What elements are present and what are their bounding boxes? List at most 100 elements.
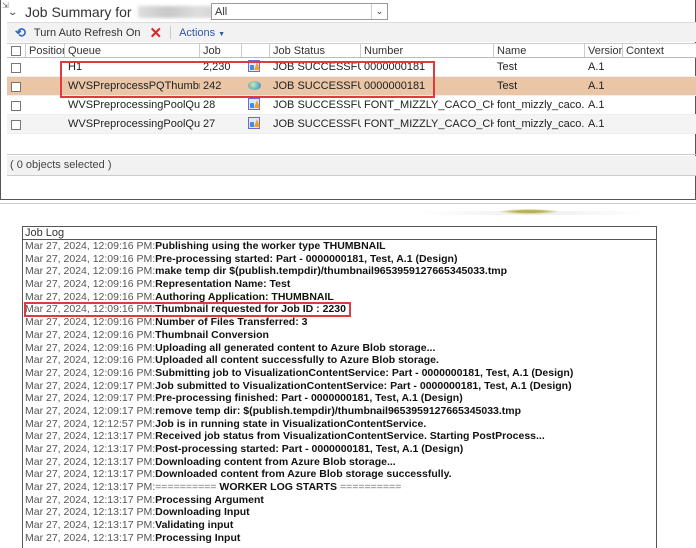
- job-icon[interactable]: [248, 97, 260, 110]
- log-timestamp: Mar 27, 2024, 12:13:17 PM:: [25, 443, 156, 455]
- log-line: Mar 27, 2024, 12:09:16 PM:Uploading all …: [25, 342, 656, 355]
- job-icon[interactable]: [248, 59, 260, 72]
- select-all-checkbox[interactable]: [11, 46, 21, 56]
- log-line: Mar 27, 2024, 12:09:16 PM:Submitting job…: [25, 367, 656, 380]
- log-timestamp: Mar 27, 2024, 12:09:16 PM:: [25, 366, 156, 379]
- cell-type: [242, 116, 270, 132]
- panel-header: ⌄ Job Summary for: [7, 3, 228, 21]
- column-header-queue[interactable]: Queue: [65, 44, 200, 57]
- cell-name: Test: [497, 80, 518, 92]
- log-line-row: Mar 27, 2024, 12:13:17 PM:========== WOR…: [25, 481, 656, 494]
- cell-job: 28: [203, 99, 216, 111]
- cell-queue: WVSPreprocessPQThumbnailH: [68, 80, 200, 92]
- log-line-row: Mar 27, 2024, 12:09:16 PM:Uploaded all c…: [25, 354, 656, 367]
- job-log-lines[interactable]: Mar 27, 2024, 12:09:16 PM:Publishing usi…: [23, 240, 656, 545]
- panel-divider: [0, 203, 696, 204]
- log-message: Validating input: [155, 519, 234, 532]
- log-line-row: Mar 27, 2024, 12:09:16 PM:Representation…: [25, 278, 656, 291]
- log-line: Mar 27, 2024, 12:09:16 PM:Publishing usi…: [25, 240, 656, 253]
- log-timestamp: Mar 27, 2024, 12:09:16 PM:: [25, 252, 156, 265]
- cancel-job-icon[interactable]: ✕: [150, 24, 163, 42]
- log-line: Mar 27, 2024, 12:09:16 PM:Representation…: [25, 278, 656, 291]
- log-message: Job is in running state in Visualization…: [155, 417, 427, 430]
- actions-menu-button[interactable]: Actions ▼: [179, 27, 225, 39]
- collapse-chevron-icon[interactable]: ⌄: [7, 7, 23, 18]
- cell-number: 0000000181: [364, 61, 426, 73]
- log-line: Mar 27, 2024, 12:13:17 PM:Downloading co…: [25, 456, 656, 469]
- cell-type: [242, 97, 270, 113]
- log-line-row: Mar 27, 2024, 12:13:17 PM:Processing Arg…: [25, 494, 656, 507]
- log-timestamp: Mar 27, 2024, 12:12:57 PM:: [25, 417, 156, 430]
- toolbar-divider: [170, 26, 172, 39]
- log-message: Received job status from VisualizationCo…: [155, 430, 545, 443]
- row-checkbox-cell: [7, 99, 26, 111]
- refresh-icon[interactable]: ⟲: [15, 25, 26, 41]
- chevron-down-icon[interactable]: ⌄: [371, 4, 387, 19]
- log-line-row: Mar 27, 2024, 12:09:16 PM:Number of File…: [25, 316, 656, 329]
- column-header-context[interactable]: Context: [623, 44, 696, 57]
- table-row[interactable]: WVSPreprocessPQThumbnailH 242 JOB SUCCES…: [7, 77, 696, 96]
- column-header-version[interactable]: Version: [585, 44, 623, 57]
- row-checkbox[interactable]: [11, 120, 21, 130]
- log-line: Mar 27, 2024, 12:13:17 PM:========== WOR…: [25, 481, 656, 494]
- log-message: Pre-processing started: Part - 000000018…: [155, 252, 458, 265]
- log-line: Mar 27, 2024, 12:09:17 PM:Job submitted …: [25, 380, 656, 393]
- separator-equals: ==========: [155, 481, 217, 494]
- column-header-type[interactable]: [242, 44, 270, 57]
- log-line-row: Mar 27, 2024, 12:13:17 PM:Post-processin…: [25, 443, 656, 456]
- cell-job: 2,230: [203, 61, 231, 73]
- job-grid: Position Queue Job Job Status Number Nam…: [7, 43, 696, 134]
- column-header-job[interactable]: Job: [200, 44, 242, 57]
- cell-version: A.1: [588, 118, 605, 130]
- log-timestamp: Mar 27, 2024, 12:09:16 PM:: [25, 354, 156, 367]
- table-row[interactable]: H1 2,230 JOB SUCCESSFUL 0000000181 Test …: [7, 58, 696, 77]
- cell-type: [242, 59, 270, 75]
- cell-name: font_mizzly_caco.prt: [497, 118, 585, 130]
- log-line-row: Mar 27, 2024, 12:09:16 PM:Submitting job…: [25, 367, 656, 380]
- row-checkbox-cell: [7, 61, 26, 73]
- log-message: Submitting job to VisualizationContentSe…: [155, 366, 574, 379]
- table-row[interactable]: WVSPreprocessingPoolQueueL 27 JOB SUCCES…: [7, 115, 696, 134]
- row-checkbox[interactable]: [11, 82, 21, 92]
- auto-refresh-button[interactable]: Turn Auto Refresh On: [34, 27, 141, 39]
- separator-equals: ==========: [339, 481, 402, 494]
- row-checkbox[interactable]: [11, 63, 21, 73]
- cell-job-status: JOB SUCCESSFUL: [273, 118, 361, 130]
- log-line: Mar 27, 2024, 12:09:17 PM:Pre-processing…: [25, 392, 656, 405]
- log-separator-message: ========== WORKER LOG STARTS ==========: [155, 481, 401, 493]
- selection-status: ( 0 objects selected ): [7, 156, 696, 176]
- log-line: Mar 27, 2024, 12:09:16 PM:make temp dir …: [25, 265, 656, 278]
- log-line-row: Mar 27, 2024, 12:13:17 PM:Received job s…: [25, 430, 656, 443]
- cell-job: 27: [203, 118, 216, 130]
- log-line: Mar 27, 2024, 12:13:17 PM:Processing Arg…: [25, 494, 656, 507]
- log-timestamp: Mar 27, 2024, 12:09:16 PM:: [25, 265, 156, 278]
- row-checkbox[interactable]: [11, 101, 21, 111]
- column-header-name[interactable]: Name: [494, 44, 585, 57]
- job-icon[interactable]: [248, 116, 260, 129]
- log-message: Uploaded all content successfully to Azu…: [155, 354, 439, 367]
- log-line: Mar 27, 2024, 12:09:16 PM:Authoring Appl…: [25, 291, 656, 304]
- cell-job-status: JOB SUCCESSFUL: [273, 61, 361, 73]
- column-header-number[interactable]: Number: [361, 44, 494, 57]
- log-timestamp: Mar 27, 2024, 12:13:17 PM:: [25, 506, 156, 519]
- column-header-job-status[interactable]: Job Status: [270, 44, 361, 57]
- log-timestamp: Mar 27, 2024, 12:09:16 PM:: [25, 290, 156, 303]
- log-line: Mar 27, 2024, 12:13:17 PM:Received job s…: [25, 430, 656, 443]
- job-filter-select[interactable]: All ⌄: [211, 3, 388, 20]
- cell-queue: WVSPreprocessingPoolQueueL: [68, 99, 200, 111]
- log-timestamp: Mar 27, 2024, 12:13:17 PM:: [25, 430, 156, 443]
- cell-number: 0000000181: [364, 80, 426, 92]
- table-row[interactable]: WVSPreprocessingPoolQueueL 28 JOB SUCCES…: [7, 96, 696, 115]
- job-log-panel: Job Log Mar 27, 2024, 12:09:16 PM:Publis…: [22, 226, 657, 548]
- log-timestamp: Mar 27, 2024, 12:13:17 PM:: [25, 481, 156, 494]
- cell-job-status: JOB SUCCESSFUL: [273, 80, 361, 92]
- log-line-row: Mar 27, 2024, 12:09:16 PM:Thumbnail Conv…: [25, 329, 656, 342]
- log-message: Thumbnail requested for Job ID : 2230: [155, 303, 346, 316]
- log-message: make temp dir $(publish.tempdir)/thumbna…: [155, 265, 508, 278]
- log-line-row: Mar 27, 2024, 12:09:16 PM:Authoring Appl…: [25, 291, 656, 304]
- thumbnail-icon[interactable]: [248, 81, 261, 90]
- grid-empty-area: [7, 136, 696, 155]
- splitter-handle[interactable]: [500, 209, 558, 214]
- log-timestamp: Mar 27, 2024, 12:09:16 PM:: [25, 341, 156, 354]
- column-header-position[interactable]: Position: [26, 44, 65, 57]
